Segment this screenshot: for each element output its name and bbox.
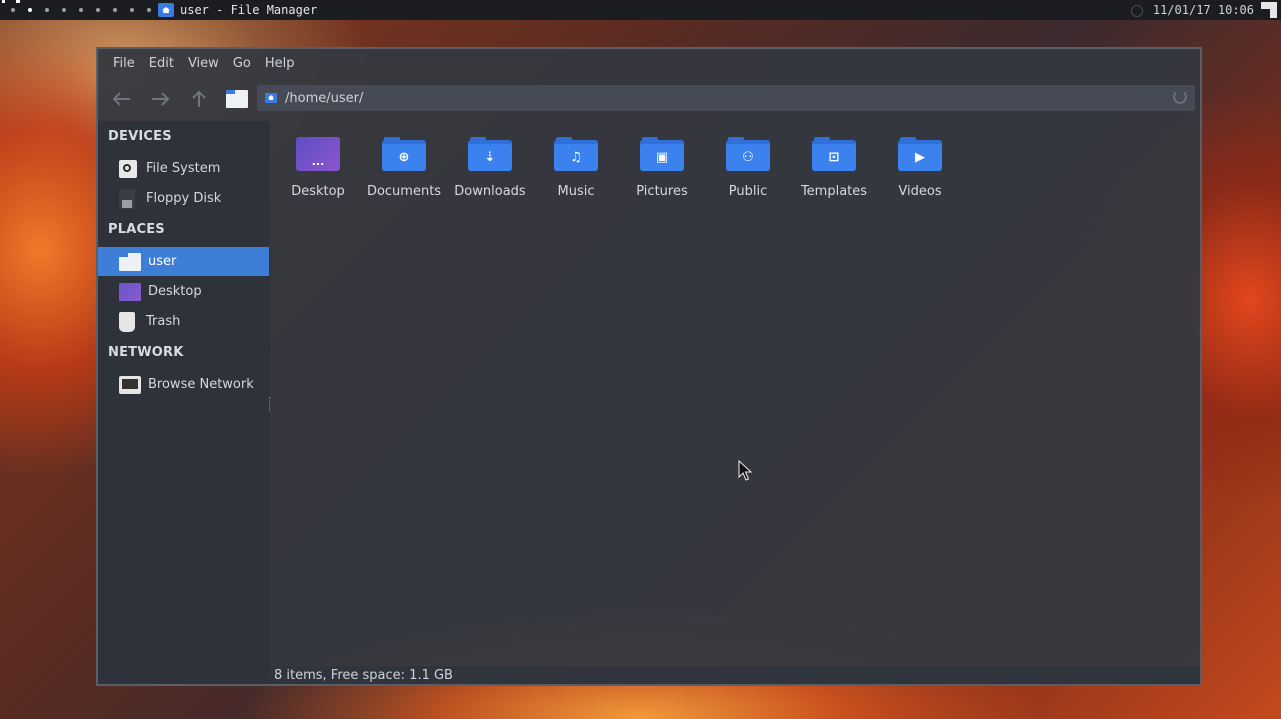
up-button[interactable] — [187, 87, 211, 111]
arrow-up-icon — [192, 90, 206, 107]
clock[interactable]: 11/01/17 10:06 — [1153, 0, 1254, 20]
location-bar[interactable]: /home/user/ — [257, 85, 1195, 111]
home-folder-icon — [158, 3, 174, 17]
sidebar-item-browse-network[interactable]: Browse Network — [98, 370, 269, 399]
folder-label: Pictures — [636, 184, 688, 199]
folder-item-templates[interactable]: ⊡ Templates — [791, 135, 877, 205]
floppy-icon — [119, 188, 135, 209]
file-manager-window: File Edit View Go Help /home/user/ DEVIC… — [96, 47, 1202, 686]
desktop-icon — [119, 282, 141, 301]
sidebar-header-places: PLACES — [108, 222, 165, 237]
sidebar-item-trash[interactable]: Trash — [98, 307, 269, 336]
sidebar-header-network: NETWORK — [108, 345, 184, 360]
sidebar-item-label: Trash — [146, 314, 181, 329]
workspace-6[interactable] — [89, 0, 106, 20]
menubar: File Edit View Go Help — [98, 49, 1200, 77]
home-button[interactable] — [225, 87, 249, 111]
reload-icon[interactable] — [1173, 90, 1187, 104]
arrow-right-icon — [152, 92, 170, 106]
folder-item-videos[interactable]: ▶ Videos — [877, 135, 963, 205]
menu-help[interactable]: Help — [258, 56, 302, 71]
sidebar-item-label: Floppy Disk — [146, 191, 222, 206]
back-button[interactable] — [110, 87, 134, 111]
menu-view[interactable]: View — [181, 56, 226, 71]
task-title: user - File Manager — [180, 3, 318, 17]
templates-folder-icon: ⊡ — [812, 137, 856, 171]
sidebar-item-desktop[interactable]: Desktop — [98, 277, 269, 306]
home-folder-icon — [119, 252, 141, 271]
sidebar-item-label: File System — [146, 161, 221, 176]
folder-item-downloads[interactable]: ⇣ Downloads — [447, 135, 533, 205]
workspace-8[interactable] — [123, 0, 140, 20]
workspace-1[interactable] — [4, 0, 21, 20]
music-folder-icon: ♫ — [554, 137, 598, 171]
menu-edit[interactable]: Edit — [142, 56, 181, 71]
status-bar: 8 items, Free space: 1.1 GB — [271, 666, 1200, 684]
folder-item-public[interactable]: ⚇ Public — [705, 135, 791, 205]
tray-status-icon[interactable] — [1131, 5, 1143, 17]
arrow-left-icon — [112, 92, 130, 106]
status-text: 8 items, Free space: 1.1 GB — [274, 667, 453, 683]
sidebar-item-label: Desktop — [148, 284, 202, 299]
workspace-switcher[interactable] — [4, 0, 157, 20]
workspace-9[interactable] — [140, 0, 157, 20]
file-view[interactable]: ... Desktop ⊕ Documents ⇣ Downloads ♫ Mu… — [271, 121, 1200, 666]
folder-label: Templates — [800, 184, 868, 199]
folder-label: Music — [557, 184, 595, 199]
folder-label: Documents — [366, 184, 442, 199]
documents-folder-icon: ⊕ — [382, 137, 426, 171]
workspace-7[interactable] — [106, 0, 123, 20]
sidebar-item-label: Browse Network — [148, 377, 254, 392]
sidebar-item-user[interactable]: user — [98, 247, 269, 276]
sidebar-item-label: user — [148, 254, 177, 269]
toolbar: /home/user/ — [98, 79, 1200, 119]
workspace-4[interactable] — [55, 0, 72, 20]
menu-go[interactable]: Go — [226, 56, 258, 71]
folder-item-documents[interactable]: ⊕ Documents — [361, 135, 447, 205]
network-icon — [119, 375, 141, 394]
layout-icon[interactable] — [1261, 2, 1277, 18]
folder-item-desktop[interactable]: ... Desktop — [275, 135, 361, 205]
folder-label: Public — [728, 184, 768, 199]
menu-file[interactable]: File — [106, 56, 142, 71]
sidebar-item-floppy-disk[interactable]: Floppy Disk — [98, 184, 269, 213]
desktop-folder-icon: ... — [296, 137, 340, 171]
sidebar-item-file-system[interactable]: File System — [98, 154, 269, 183]
forward-button[interactable] — [148, 87, 172, 111]
sidebar-header-devices: DEVICES — [108, 129, 172, 144]
videos-folder-icon: ▶ — [898, 137, 942, 171]
downloads-folder-icon: ⇣ — [468, 137, 512, 171]
top-panel: user - File Manager 11/01/17 10:06 — [0, 0, 1281, 20]
workspace-2[interactable] — [21, 0, 38, 20]
location-path[interactable]: /home/user/ — [285, 91, 363, 106]
workspace-3[interactable] — [38, 0, 55, 20]
workspace-5[interactable] — [72, 0, 89, 20]
folder-label: Downloads — [454, 184, 526, 199]
home-icon — [265, 93, 277, 103]
pictures-folder-icon: ▣ — [640, 137, 684, 171]
home-folder-icon — [226, 90, 248, 108]
public-folder-icon: ⚇ — [726, 137, 770, 171]
folder-item-music[interactable]: ♫ Music — [533, 135, 619, 205]
trash-icon — [119, 311, 135, 332]
taskbar-window-button[interactable]: user - File Manager — [158, 0, 317, 20]
folder-label: Desktop — [291, 184, 345, 199]
sidebar: DEVICES File System Floppy Disk PLACES u… — [98, 121, 270, 684]
harddisk-icon — [119, 159, 137, 178]
folder-item-pictures[interactable]: ▣ Pictures — [619, 135, 705, 205]
folder-label: Videos — [898, 184, 942, 199]
